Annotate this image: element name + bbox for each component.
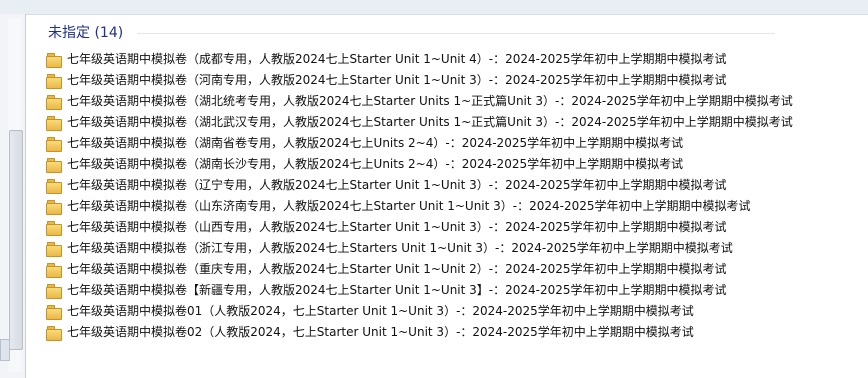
item-name[interactable]: 七年级英语期中模拟卷01（人教版2024，七上Starter Unit 1~Un… [67, 301, 694, 322]
item-name[interactable]: 七年级英语期中模拟卷（湖南省卷专用，人教版2024七上Units 2~4）-：2… [67, 133, 683, 154]
folder-icon [46, 178, 62, 194]
folder-icon [46, 304, 62, 320]
folder-icon [46, 136, 62, 152]
folder-icon [46, 52, 62, 68]
item-name[interactable]: 七年级英语期中模拟卷（湖北武汉专用，人教版2024七上Starter Units… [67, 112, 793, 133]
list-item[interactable]: 七年级英语期中模拟卷（辽宁专用，人教版2024七上Starter Unit 1~… [46, 175, 846, 196]
list-item[interactable]: 七年级英语期中模拟卷（湖北武汉专用，人教版2024七上Starter Units… [46, 112, 846, 133]
list-item[interactable]: 七年级英语期中模拟卷01（人教版2024，七上Starter Unit 1~Un… [46, 301, 846, 322]
list-item[interactable]: 七年级英语期中模拟卷（浙江专用，人教版2024七上Starters Unit 1… [46, 238, 846, 259]
folder-icon [46, 325, 62, 341]
scrollbar-thumb[interactable] [9, 130, 23, 350]
group-divider [137, 33, 775, 34]
list-item[interactable]: 七年级英语期中模拟卷（成都专用，人教版2024七上Starter Unit 1~… [46, 49, 846, 70]
folder-icon [46, 199, 62, 215]
list-item[interactable]: 七年级英语期中模拟卷（河南专用，人教版2024七上Starter Unit 1~… [46, 70, 846, 91]
folder-icon [46, 220, 62, 236]
item-name[interactable]: 七年级英语期中模拟卷（河南专用，人教版2024七上Starter Unit 1~… [67, 70, 727, 91]
list-item[interactable]: 七年级英语期中模拟卷【新疆专用，人教版2024七上Starter Unit 1~… [46, 280, 846, 301]
navigation-pane-scrollbar[interactable] [0, 14, 26, 378]
list-item[interactable]: 七年级英语期中模拟卷（湖南省卷专用，人教版2024七上Units 2~4）-：2… [46, 133, 846, 154]
folder-icon [46, 157, 62, 173]
item-name[interactable]: 七年级英语期中模拟卷（辽宁专用，人教版2024七上Starter Unit 1~… [67, 175, 727, 196]
item-name[interactable]: 七年级英语期中模拟卷（重庆专用，人教版2024七上Starter Unit 1~… [67, 259, 727, 280]
list-item[interactable]: 七年级英语期中模拟卷（湖南长沙专用，人教版2024七上Units 2~4）-：2… [46, 154, 846, 175]
folder-icon [46, 94, 62, 110]
item-name[interactable]: 七年级英语期中模拟卷（湖南长沙专用，人教版2024七上Units 2~4）-：2… [67, 154, 683, 175]
item-name[interactable]: 七年级英语期中模拟卷（山西专用，人教版2024七上Starter Unit 1~… [67, 217, 727, 238]
list-item[interactable]: 七年级英语期中模拟卷（山西专用，人教版2024七上Starter Unit 1~… [46, 217, 846, 238]
folder-icon [46, 262, 62, 278]
item-name[interactable]: 七年级英语期中模拟卷（山东济南专用，人教版2024七上Starter Unit … [67, 196, 751, 217]
list-item[interactable]: 七年级英语期中模拟卷02（人教版2024，七上Starter Unit 1~Un… [46, 322, 846, 343]
item-name[interactable]: 七年级英语期中模拟卷【新疆专用，人教版2024七上Starter Unit 1~… [67, 280, 727, 301]
navigation-pane-edge [0, 339, 10, 361]
folder-icon [46, 283, 62, 299]
list-item[interactable]: 七年级英语期中模拟卷（重庆专用，人教版2024七上Starter Unit 1~… [46, 259, 846, 280]
list-item[interactable]: 七年级英语期中模拟卷（山东济南专用，人教版2024七上Starter Unit … [46, 196, 846, 217]
item-name[interactable]: 七年级英语期中模拟卷（浙江专用，人教版2024七上Starters Unit 1… [67, 238, 733, 259]
list-item[interactable]: 七年级英语期中模拟卷（湖北统考专用，人教版2024七上Starter Units… [46, 91, 846, 112]
toolbar-strip [0, 0, 868, 15]
folder-icon [46, 115, 62, 131]
item-name[interactable]: 七年级英语期中模拟卷02（人教版2024，七上Starter Unit 1~Un… [67, 322, 694, 343]
group-title[interactable]: 未指定 (14) [48, 22, 123, 42]
file-list: 七年级英语期中模拟卷（成都专用，人教版2024七上Starter Unit 1~… [46, 49, 846, 343]
folder-icon [46, 73, 62, 89]
group-header[interactable]: 未指定 (14) [48, 22, 123, 42]
item-name[interactable]: 七年级英语期中模拟卷（湖北统考专用，人教版2024七上Starter Units… [67, 91, 793, 112]
item-name[interactable]: 七年级英语期中模拟卷（成都专用，人教版2024七上Starter Unit 1~… [67, 49, 727, 70]
folder-icon [46, 241, 62, 257]
